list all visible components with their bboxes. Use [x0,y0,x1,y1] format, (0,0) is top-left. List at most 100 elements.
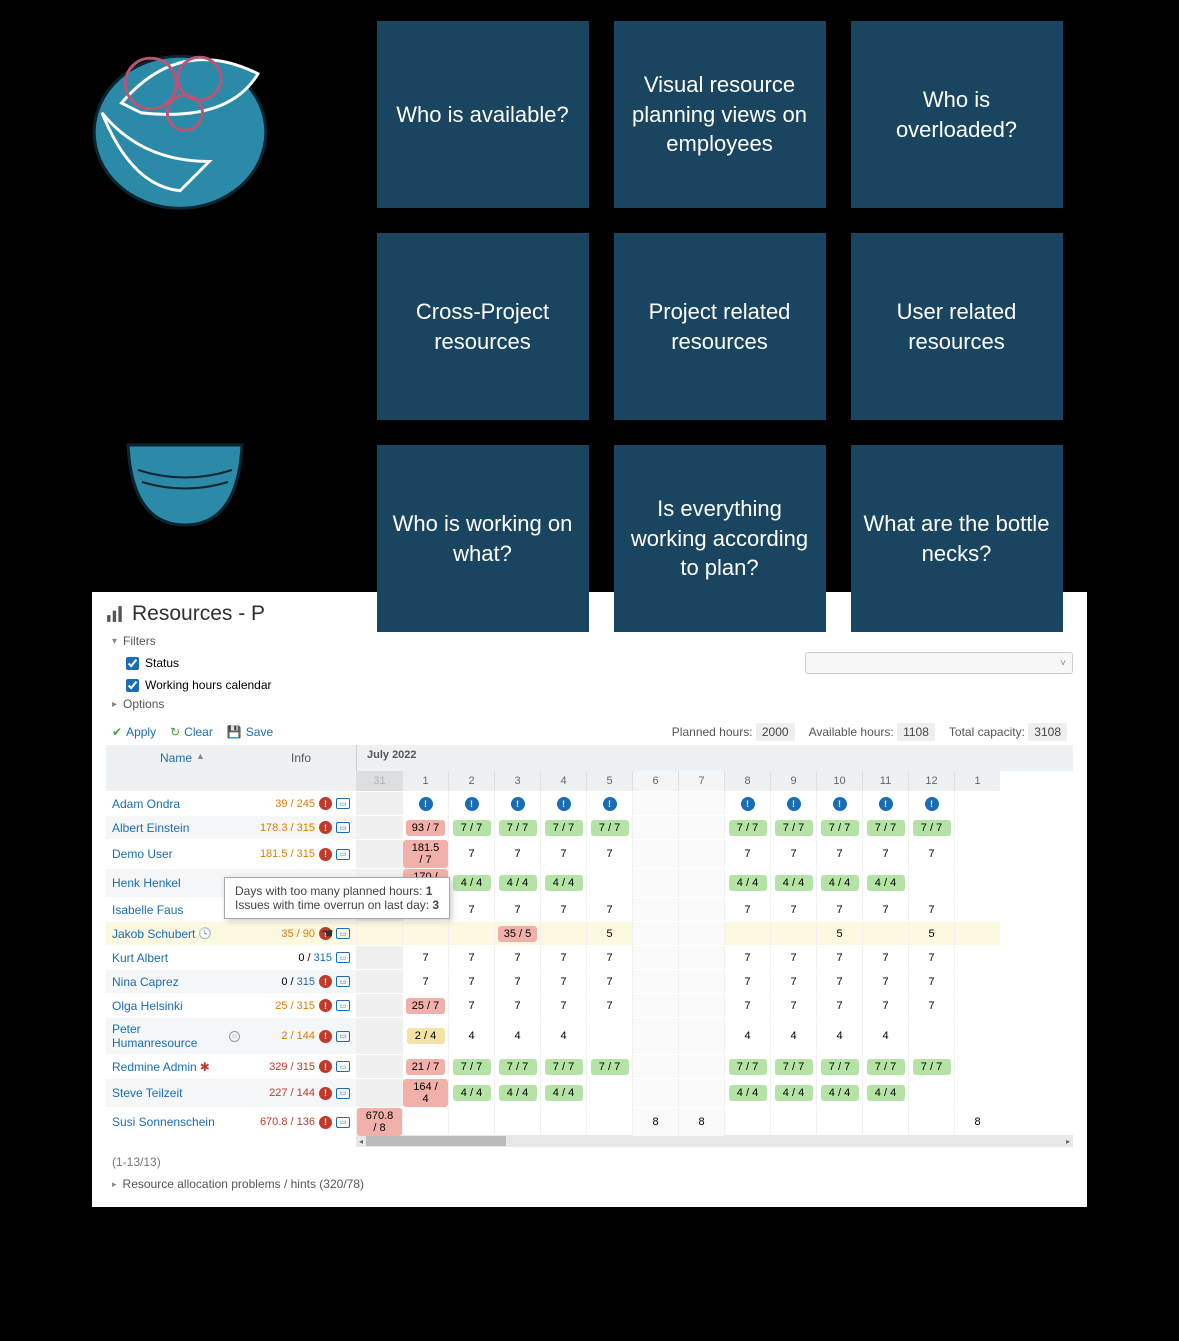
apply-button[interactable]: ✔Apply [112,725,156,739]
filter-add-select[interactable]: ˅ [805,652,1073,674]
overload-warning-icon[interactable]: ! [319,1060,332,1073]
day-cell[interactable] [954,970,1000,993]
user-name-link[interactable]: Demo User [106,840,246,868]
day-cell[interactable] [632,994,678,1017]
day-cell[interactable]: 7 [494,970,540,993]
day-cell[interactable]: 7 [908,840,954,868]
day-cell[interactable]: 7 / 7 [494,816,540,839]
day-cell[interactable]: 7 [494,946,540,969]
overload-warning-icon[interactable]: ! [319,1087,332,1100]
card-according-plan[interactable]: Is everything working according to plan? [614,445,826,632]
day-cell[interactable]: 7 [770,946,816,969]
overload-warning-icon[interactable]: ! [319,975,332,988]
day-cell[interactable] [586,1079,632,1107]
day-cell[interactable] [678,840,724,868]
overload-warning-icon[interactable]: ! [319,999,332,1012]
day-cell[interactable]: 25 / 7 [402,994,448,1017]
day-cell[interactable]: 7 [724,994,770,1017]
day-cell[interactable]: 7 [770,898,816,921]
day-cell[interactable]: 7 / 7 [908,1055,954,1078]
day-cell[interactable]: 7 [448,840,494,868]
day-cell[interactable]: 7 [908,994,954,1017]
day-cell[interactable] [586,869,632,897]
day-cell[interactable] [448,1108,494,1136]
day-cell[interactable]: 7 / 7 [862,1055,908,1078]
vcard-icon[interactable]: ▭ [336,1031,350,1042]
hints-section-header[interactable]: ▸ Resource allocation problems / hints (… [112,1177,1067,1191]
overload-warning-icon[interactable]: ! [319,821,332,834]
day-cell[interactable] [678,994,724,1017]
day-cell[interactable] [954,840,1000,868]
day-cell[interactable]: ! [816,792,862,815]
day-cell[interactable]: 7 [586,970,632,993]
day-cell[interactable] [954,994,1000,1017]
clear-button[interactable]: ↻Clear [170,725,213,739]
vcard-icon[interactable]: ▭ [336,928,350,939]
day-cell[interactable]: 4 / 4 [816,869,862,897]
day-cell[interactable] [678,946,724,969]
day-cell[interactable]: 7 / 7 [586,1055,632,1078]
day-cell[interactable] [356,946,402,969]
day-cell[interactable]: 7 / 7 [770,816,816,839]
day-cell[interactable] [632,792,678,815]
day-cell[interactable]: 4 / 4 [770,869,816,897]
day-cell[interactable] [862,922,908,945]
day-cell[interactable]: ! [402,792,448,815]
day-cell[interactable] [356,922,402,945]
day-cell[interactable]: 2 / 4 [402,1018,448,1054]
day-cell[interactable]: 7 [862,994,908,1017]
overload-warning-icon[interactable]: ! [319,1030,332,1043]
user-name-link[interactable]: Olga Helsinki [106,994,246,1017]
day-cell[interactable]: ! [586,792,632,815]
day-cell[interactable]: 7 [908,946,954,969]
user-name-link[interactable]: Kurt Albert [106,946,246,969]
day-cell[interactable]: 4 [448,1018,494,1054]
day-cell[interactable]: 4 [770,1018,816,1054]
overload-warning-icon[interactable]: ! [319,797,332,810]
day-cell[interactable] [632,840,678,868]
day-cell[interactable]: 7 [448,994,494,1017]
day-cell[interactable]: 8 [678,1108,724,1136]
user-name-link[interactable]: Jakob Schubert🕓 [106,922,246,945]
day-cell[interactable] [678,792,724,815]
day-cell[interactable] [632,816,678,839]
day-cell[interactable] [954,898,1000,921]
day-cell[interactable]: 7 [494,994,540,1017]
day-cell[interactable] [678,1055,724,1078]
day-cell[interactable]: 7 [540,898,586,921]
card-visual-planning[interactable]: Visual resource planning views on employ… [614,21,826,208]
scroll-left-icon[interactable]: ◂ [356,1137,366,1146]
day-cell[interactable] [908,1079,954,1107]
day-cell[interactable] [954,869,1000,897]
day-cell[interactable]: ! [448,792,494,815]
day-cell[interactable]: 7 [448,946,494,969]
day-cell[interactable]: 8 [632,1108,678,1136]
day-cell[interactable]: 4 / 4 [770,1079,816,1107]
day-cell[interactable]: 7 / 7 [494,1055,540,1078]
user-name-link[interactable]: Susi Sonnenschein [106,1108,246,1136]
day-cell[interactable]: 7 [724,970,770,993]
day-cell[interactable] [770,1108,816,1136]
day-cell[interactable]: 4 / 4 [494,1079,540,1107]
day-cell[interactable]: 7 [908,898,954,921]
day-cell[interactable]: 7 [724,898,770,921]
vcard-icon[interactable]: ▭ [336,976,350,987]
day-cell[interactable]: 7 [862,970,908,993]
user-name-link[interactable]: Redmine Admin✱ [106,1055,246,1078]
options-section-header[interactable]: ▸ Options [112,697,1073,711]
card-working-on-what[interactable]: Who is working on what? [377,445,589,632]
day-cell[interactable]: 7 [586,898,632,921]
day-cell[interactable] [356,994,402,1017]
day-cell[interactable]: 7 [402,946,448,969]
day-cell[interactable]: ! [540,792,586,815]
day-cell[interactable]: 7 / 7 [586,816,632,839]
day-cell[interactable]: 7 [816,970,862,993]
vcard-icon[interactable]: ▭ [336,1117,350,1128]
user-name-link[interactable]: Adam Ondra [106,792,246,815]
day-cell[interactable]: 4 [494,1018,540,1054]
day-cell[interactable]: 7 [448,898,494,921]
user-name-link[interactable]: Nina Caprez [106,970,246,993]
day-cell[interactable] [632,1079,678,1107]
day-cell[interactable]: 7 / 7 [448,1055,494,1078]
day-cell[interactable] [356,792,402,815]
